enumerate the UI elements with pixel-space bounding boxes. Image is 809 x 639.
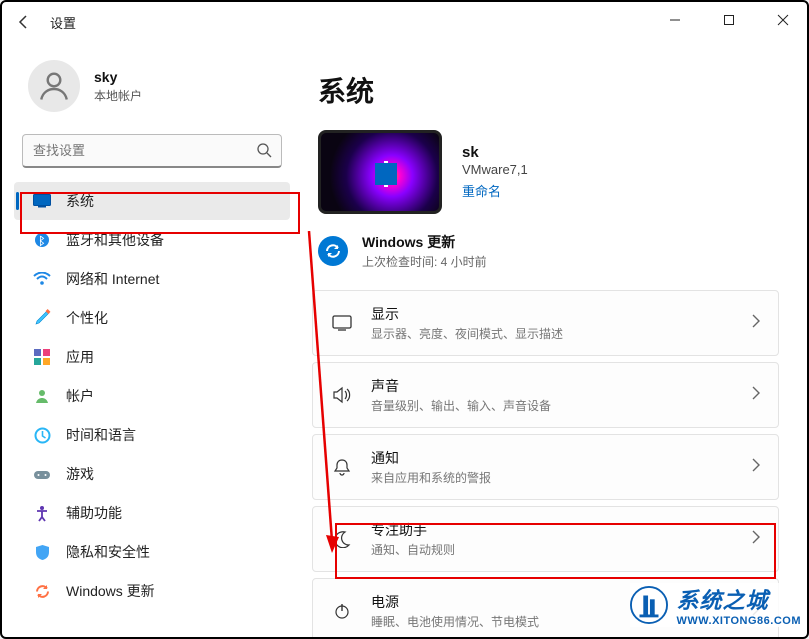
brush-icon [32, 308, 52, 328]
card-display[interactable]: 显示 显示器、亮度、夜间模式、显示描述 [312, 290, 779, 356]
sidebar-item-label: 游戏 [66, 464, 94, 484]
device-info: sk VMware7,1 重命名 [318, 130, 779, 214]
arrow-left-icon [16, 14, 32, 30]
sidebar-item-label: 应用 [66, 347, 94, 367]
sidebar-item-accounts[interactable]: 帐户 [14, 377, 290, 415]
user-profile[interactable]: sky 本地帐户 [2, 52, 302, 128]
back-button[interactable] [10, 8, 38, 36]
sidebar-item-label: 蓝牙和其他设备 [66, 230, 164, 250]
sidebar-item-privacy[interactable]: 隐私和安全性 [14, 533, 290, 571]
sidebar-item-label: 辅助功能 [66, 503, 122, 523]
device-thumbnail [318, 130, 442, 214]
account-icon [32, 386, 52, 406]
device-name: sk [462, 144, 528, 161]
sidebar-item-personalization[interactable]: 个性化 [14, 299, 290, 337]
close-button[interactable] [765, 6, 801, 34]
clock-globe-icon [32, 425, 52, 445]
card-subtitle: 显示器、亮度、夜间模式、显示描述 [371, 325, 752, 342]
bell-icon [331, 456, 353, 478]
card-focus-assist[interactable]: 专注助手 通知、自动规则 [312, 506, 779, 572]
sidebar-item-windows-update[interactable]: Windows 更新 [14, 572, 290, 610]
minimize-icon [669, 14, 681, 26]
titlebar: 设置 [2, 2, 807, 42]
sidebar-item-gaming[interactable]: 游戏 [14, 455, 290, 493]
gaming-icon [32, 464, 52, 484]
update-subtitle: 上次检查时间: 4 小时前 [362, 253, 487, 270]
power-icon [331, 600, 353, 622]
system-icon [32, 191, 52, 211]
moon-icon [331, 528, 353, 550]
sidebar-item-bluetooth[interactable]: 蓝牙和其他设备 [14, 221, 290, 259]
search-input[interactable] [22, 134, 282, 168]
card-title: 专注助手 [371, 520, 752, 540]
watermark-url: WWW.XITONG86.COM [676, 615, 801, 627]
shield-icon [32, 542, 52, 562]
sidebar-item-apps[interactable]: 应用 [14, 338, 290, 376]
sidebar-item-label: 系统 [66, 191, 94, 211]
chevron-right-icon [752, 314, 760, 333]
chevron-right-icon [752, 386, 760, 405]
sidebar-item-label: 网络和 Internet [66, 269, 159, 289]
card-subtitle: 来自应用和系统的警报 [371, 469, 752, 486]
minimize-button[interactable] [657, 6, 693, 34]
watermark-text: 系统之城 [676, 583, 768, 615]
card-notifications[interactable]: 通知 来自应用和系统的警报 [312, 434, 779, 500]
person-icon [36, 68, 72, 104]
sidebar-item-accessibility[interactable]: 辅助功能 [14, 494, 290, 532]
card-title: 通知 [371, 448, 752, 468]
sidebar-item-label: 帐户 [66, 386, 94, 406]
sidebar-item-label: 个性化 [66, 308, 108, 328]
main-content: 系统 sk VMware7,1 重命名 Windows 更新 上次检查时间: 4… [302, 42, 807, 637]
user-name: sky [94, 69, 142, 85]
sidebar-item-network[interactable]: 网络和 Internet [14, 260, 290, 298]
card-title: 显示 [371, 304, 752, 324]
sidebar-item-time-language[interactable]: 时间和语言 [14, 416, 290, 454]
sidebar-item-label: 时间和语言 [66, 425, 136, 445]
accessibility-icon [32, 503, 52, 523]
update-sync-icon [318, 236, 348, 266]
watermark-logo-icon [630, 586, 668, 624]
sync-icon [32, 581, 52, 601]
bluetooth-icon [32, 230, 52, 250]
chevron-right-icon [752, 458, 760, 477]
wifi-icon [32, 269, 52, 289]
sidebar-item-label: Windows 更新 [66, 581, 155, 601]
apps-icon [32, 347, 52, 367]
card-subtitle: 音量级别、输出、输入、声音设备 [371, 397, 752, 414]
card-sound[interactable]: 声音 音量级别、输出、输入、声音设备 [312, 362, 779, 428]
chevron-right-icon [752, 530, 760, 549]
display-icon [331, 312, 353, 334]
maximize-icon [723, 14, 735, 26]
sidebar: sky 本地帐户 系统 蓝牙和其他设备 网络和 I [2, 42, 302, 637]
sidebar-item-label: 隐私和安全性 [66, 542, 150, 562]
card-subtitle: 通知、自动规则 [371, 541, 752, 558]
search-icon [256, 142, 272, 163]
sound-icon [331, 384, 353, 406]
page-title: 系统 [318, 70, 779, 110]
device-model: VMware7,1 [462, 162, 528, 177]
settings-window: 设置 sky 本地帐户 [0, 0, 809, 639]
watermark: 系统之城 WWW.XITONG86.COM [630, 583, 801, 627]
nav-list: 系统 蓝牙和其他设备 网络和 Internet 个性化 应用 [2, 182, 302, 610]
search-container [22, 134, 282, 168]
user-subtitle: 本地帐户 [94, 87, 142, 104]
windows-update-summary[interactable]: Windows 更新 上次检查时间: 4 小时前 [318, 232, 779, 270]
avatar [28, 60, 80, 112]
maximize-button[interactable] [711, 6, 747, 34]
update-title: Windows 更新 [362, 232, 487, 252]
card-title: 声音 [371, 376, 752, 396]
window-title: 设置 [50, 13, 76, 32]
rename-link[interactable]: 重命名 [462, 181, 528, 200]
sidebar-item-system[interactable]: 系统 [14, 182, 290, 220]
window-controls [657, 6, 801, 34]
close-icon [777, 14, 789, 26]
